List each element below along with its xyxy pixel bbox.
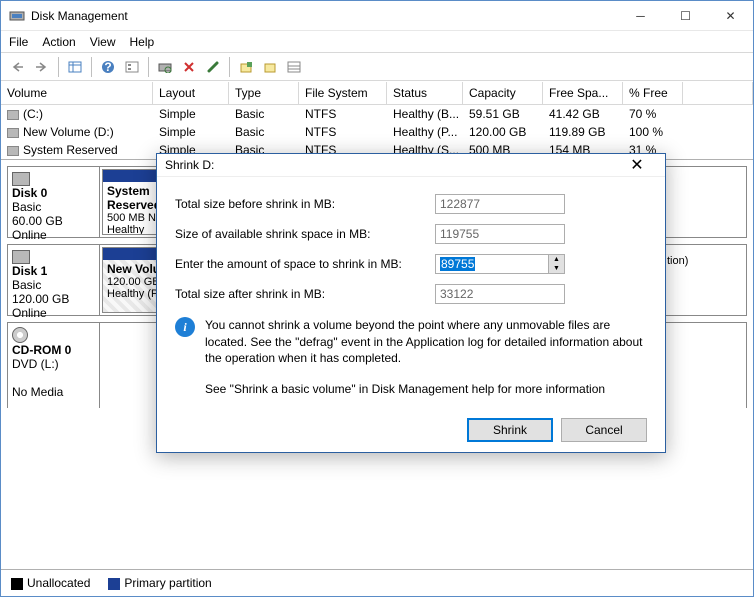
settings-button[interactable] <box>121 56 143 78</box>
col-spacer <box>683 82 753 104</box>
svg-text:?: ? <box>104 60 111 74</box>
col-volume[interactable]: Volume <box>1 82 153 104</box>
column-headers: Volume Layout Type File System Status Ca… <box>1 82 753 105</box>
enter-shrink-label: Enter the amount of space to shrink in M… <box>175 257 435 271</box>
avail-shrink-label: Size of available shrink space in MB: <box>175 227 435 241</box>
dialog-close-button[interactable]: ✕ <box>617 155 657 175</box>
titlebar: Disk Management ─ ☐ ✕ <box>1 1 753 31</box>
back-button[interactable] <box>7 56 29 78</box>
menu-help[interactable]: Help <box>130 35 155 49</box>
col-layout[interactable]: Layout <box>153 82 229 104</box>
legend: Unallocated Primary partition <box>1 569 753 596</box>
before-shrink-value: 122877 <box>435 194 565 214</box>
spinner-down-icon[interactable]: ▼ <box>549 264 564 273</box>
info-icon: i <box>175 317 195 337</box>
close-button[interactable]: ✕ <box>708 1 753 30</box>
vol-button[interactable] <box>259 56 281 78</box>
minimize-button[interactable]: ─ <box>618 1 663 30</box>
spinner-up-icon[interactable]: ▲ <box>549 255 564 264</box>
main-window: Disk Management ─ ☐ ✕ File Action View H… <box>0 0 754 597</box>
properties-button[interactable] <box>202 56 224 78</box>
avail-shrink-value: 119755 <box>435 224 565 244</box>
volume-list: Volume Layout Type File System Status Ca… <box>1 81 753 159</box>
truncated-text: tion) <box>667 255 688 267</box>
app-icon <box>9 8 25 24</box>
spinner-buttons[interactable]: ▲ ▼ <box>548 255 564 273</box>
disk-icon <box>12 172 30 186</box>
col-status[interactable]: Status <box>387 82 463 104</box>
list-button[interactable] <box>283 56 305 78</box>
cd-icon <box>12 327 28 343</box>
col-type[interactable]: Type <box>229 82 299 104</box>
menu-view[interactable]: View <box>90 35 116 49</box>
disk-info[interactable]: Disk 0Basic60.00 GBOnline <box>8 167 100 237</box>
dialog-title: Shrink D: <box>165 158 617 172</box>
after-shrink-value: 33122 <box>435 284 565 304</box>
toolbar: ? <box>1 53 753 81</box>
after-shrink-label: Total size after shrink in MB: <box>175 287 435 301</box>
volume-row[interactable]: (C:)SimpleBasicNTFSHealthy (B...59.51 GB… <box>1 105 753 123</box>
volume-row[interactable]: New Volume (D:)SimpleBasicNTFSHealthy (P… <box>1 123 753 141</box>
legend-unallocated: Unallocated <box>11 576 90 590</box>
col-capacity[interactable]: Capacity <box>463 82 543 104</box>
forward-button[interactable] <box>31 56 53 78</box>
legend-primary: Primary partition <box>108 576 211 590</box>
view-options-button[interactable] <box>64 56 86 78</box>
before-shrink-label: Total size before shrink in MB: <box>175 197 435 211</box>
refresh-button[interactable] <box>154 56 176 78</box>
shrink-button[interactable]: Shrink <box>467 418 553 442</box>
dialog-titlebar: Shrink D: ✕ <box>157 154 665 177</box>
disk-info[interactable]: CD-ROM 0DVD (L:)No Media <box>8 323 100 408</box>
disk-info[interactable]: Disk 1Basic120.00 GBOnline <box>8 245 100 315</box>
shrink-dialog: Shrink D: ✕ Total size before shrink in … <box>156 153 666 453</box>
menubar: File Action View Help <box>1 31 753 53</box>
new-vol-button[interactable] <box>235 56 257 78</box>
enter-shrink-input[interactable]: 89755 ▲ ▼ <box>435 254 565 274</box>
help-button[interactable]: ? <box>97 56 119 78</box>
col-fs[interactable]: File System <box>299 82 387 104</box>
volume-icon <box>7 110 19 120</box>
maximize-button[interactable]: ☐ <box>663 1 708 30</box>
cancel-button[interactable]: Cancel <box>561 418 647 442</box>
col-pct[interactable]: % Free <box>623 82 683 104</box>
window-title: Disk Management <box>31 9 618 23</box>
info-text-2: See "Shrink a basic volume" in Disk Mana… <box>205 382 647 396</box>
volume-icon <box>7 146 19 156</box>
volume-icon <box>7 128 19 138</box>
menu-action[interactable]: Action <box>42 35 75 49</box>
delete-button[interactable] <box>178 56 200 78</box>
info-text-1: You cannot shrink a volume beyond the po… <box>205 317 647 366</box>
menu-file[interactable]: File <box>9 35 28 49</box>
col-free[interactable]: Free Spa... <box>543 82 623 104</box>
disk-icon <box>12 250 30 264</box>
